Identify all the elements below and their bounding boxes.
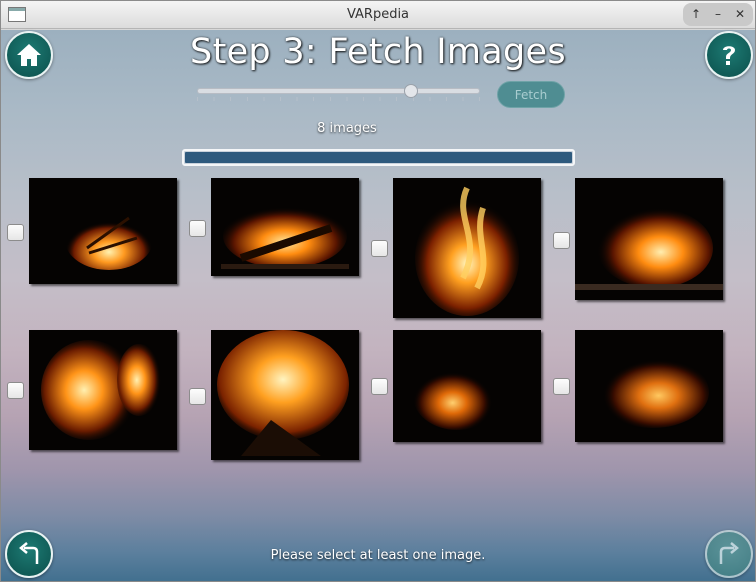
image-checkbox[interactable] (189, 388, 206, 405)
slider-thumb[interactable] (404, 84, 418, 98)
fire-image-5[interactable] (29, 330, 177, 450)
image-count-label: 8 images (317, 121, 377, 136)
fire-image-6[interactable] (211, 330, 359, 460)
fetch-progress-bar (182, 149, 575, 166)
image-count-slider[interactable] (197, 84, 480, 106)
fire-image-7[interactable] (393, 330, 541, 442)
page-title: Step 3: Fetch Images (190, 32, 566, 72)
main-content: Step 3: Fetch Images Fetch 8 images Plea… (1, 30, 755, 581)
fire-image-4[interactable] (575, 178, 723, 300)
image-checkbox[interactable] (189, 220, 206, 237)
fire-image-2[interactable] (211, 178, 359, 276)
fire-image-1[interactable] (29, 178, 177, 284)
slider-track (197, 88, 480, 94)
window-controls: ↑ – ✕ (683, 3, 753, 26)
minimize-button[interactable]: – (709, 6, 727, 23)
image-checkbox[interactable] (371, 378, 388, 395)
fire-image-8[interactable] (575, 330, 723, 442)
close-button[interactable]: ✕ (731, 6, 749, 23)
status-message: Please select at least one image. (270, 548, 486, 563)
image-checkbox[interactable] (553, 378, 570, 395)
window-title: VARpedia (346, 7, 410, 22)
app-window: VARpedia ↑ – ✕ Step 3: Fetch Images Fetc… (0, 0, 756, 582)
image-checkbox[interactable] (7, 224, 24, 241)
title-bar: VARpedia ↑ – ✕ (1, 1, 755, 29)
image-checkbox[interactable] (371, 240, 388, 257)
progress-fill (185, 152, 572, 163)
image-checkbox[interactable] (7, 382, 24, 399)
slider-ticks (197, 97, 480, 101)
fetch-button[interactable]: Fetch (497, 81, 565, 108)
maximize-button[interactable]: ↑ (687, 6, 705, 23)
fire-image-3[interactable] (393, 178, 541, 318)
image-checkbox[interactable] (553, 232, 570, 249)
